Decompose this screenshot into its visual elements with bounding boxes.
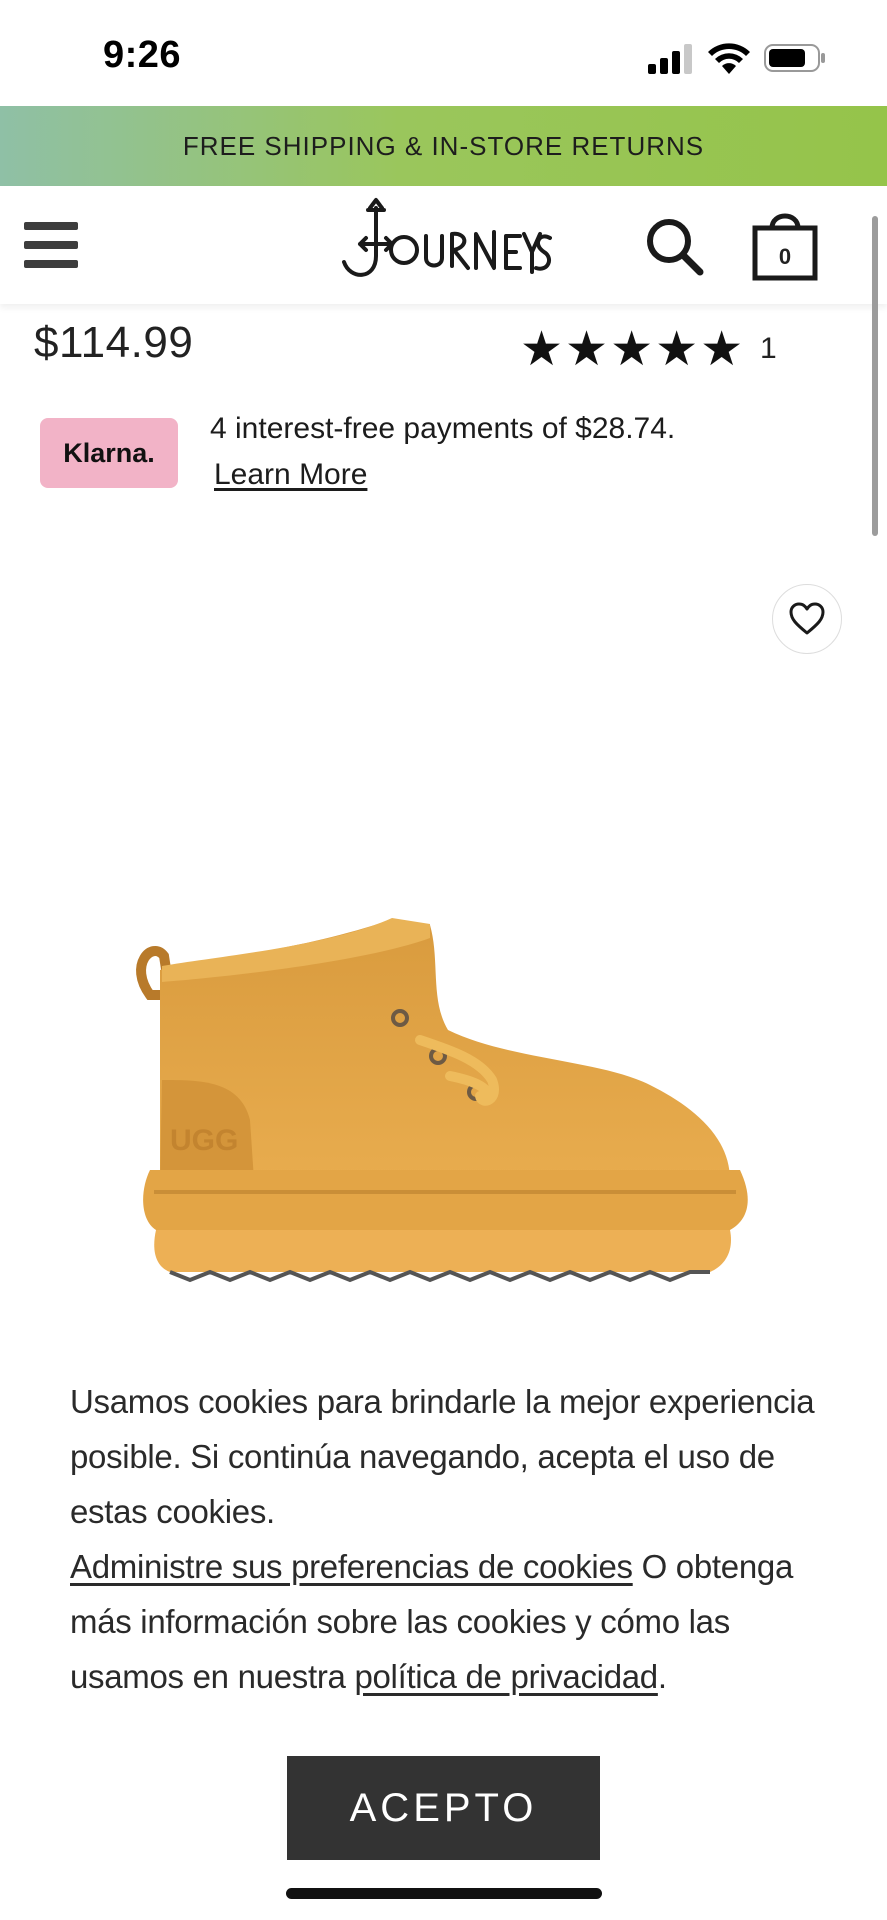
battery-icon [764, 44, 825, 72]
klarna-installments-text: 4 interest-free payments of $28.74. [210, 412, 676, 445]
promo-banner[interactable]: FREE SHIPPING & IN-STORE RETURNS [0, 106, 887, 186]
manage-cookie-preferences-link[interactable]: Administre sus preferencias de cookies [70, 1548, 633, 1585]
status-time: 9:26 [103, 34, 182, 76]
journeys-logo[interactable] [336, 196, 552, 296]
cart-button[interactable]: 0 [752, 206, 818, 282]
home-indicator[interactable] [286, 1888, 602, 1899]
ugg-logo-text: UGG [170, 1124, 238, 1157]
heart-icon [789, 602, 825, 635]
wishlist-button[interactable] [772, 584, 842, 654]
klarna-logo: Klarna. [40, 418, 178, 488]
search-icon[interactable] [644, 216, 704, 276]
cookie-consent-banner: Usamos cookies para brindarle la mejor e… [0, 1360, 887, 1920]
star-icon: ★ [655, 323, 699, 376]
scrollbar[interactable] [872, 216, 878, 536]
star-icon: ★ [565, 323, 609, 376]
cellular-signal-icon [648, 44, 692, 74]
cookie-message: Usamos cookies para brindarle la mejor e… [70, 1374, 830, 1704]
star-icon: ★ [700, 323, 744, 376]
cart-count: 0 [778, 244, 792, 269]
star-rating[interactable]: ★ ★ ★ ★ ★ [520, 326, 745, 374]
klarna-learn-more-link[interactable]: Learn More [214, 458, 367, 492]
cookie-intro-text: Usamos cookies para brindarle la mejor e… [70, 1383, 815, 1530]
review-count[interactable]: 1 [760, 332, 777, 366]
promo-text: FREE SHIPPING & IN-STORE RETURNS [182, 130, 705, 161]
product-price: $114.99 [34, 318, 194, 367]
wifi-icon [708, 43, 750, 74]
product-image[interactable]: UGG [130, 900, 760, 1320]
star-icon: ★ [610, 323, 654, 376]
status-bar: 9:26 [0, 0, 887, 106]
menu-icon[interactable] [24, 222, 78, 268]
site-header: 0 [0, 186, 887, 304]
star-icon: ★ [520, 323, 564, 376]
accept-cookies-button[interactable]: ACEPTO [287, 1756, 600, 1860]
privacy-policy-link[interactable]: política de privacidad [354, 1658, 658, 1695]
cookie-end-text: . [657, 1658, 667, 1695]
